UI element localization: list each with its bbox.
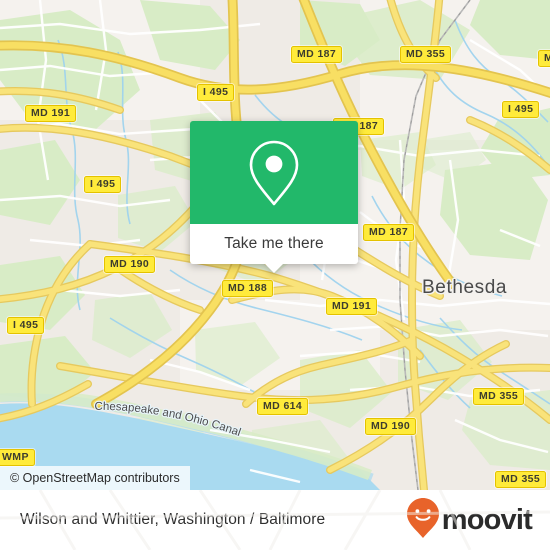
road-shield-i-495-southwest[interactable]: I 495 <box>7 317 45 334</box>
take-me-there-button[interactable]: Take me there <box>190 224 358 264</box>
popup-hero <box>190 121 358 224</box>
road-shield-md-355-south[interactable]: MD 355 <box>473 388 525 405</box>
road-shield-partial-right[interactable]: M <box>538 50 550 67</box>
footer-bar: Wilson and Whittier, Washington / Baltim… <box>0 490 550 550</box>
road-shield-md-191-west[interactable]: MD 191 <box>25 105 77 122</box>
osm-attribution-text: © OpenStreetMap contributors <box>10 471 180 485</box>
moovit-pin-smile-icon <box>406 496 440 545</box>
road-shield-md-187-north[interactable]: MD 187 <box>291 46 343 63</box>
road-shield-md-190-west[interactable]: MD 190 <box>104 256 156 273</box>
road-shield-md-614[interactable]: MD 614 <box>257 398 309 415</box>
moovit-logo[interactable]: moovit <box>406 496 533 545</box>
road-shield-i-495-top[interactable]: I 495 <box>197 84 235 101</box>
road-shield-i-495-right[interactable]: I 495 <box>502 101 540 118</box>
road-shield-i-495-west[interactable]: I 495 <box>84 176 122 193</box>
moovit-wordmark: moovit <box>441 503 533 536</box>
map-pin-icon <box>245 137 303 209</box>
road-shield-md-191-mid[interactable]: MD 191 <box>326 298 378 315</box>
popup-tail <box>265 264 283 273</box>
road-shield-md-355-bottom[interactable]: MD 355 <box>495 471 547 488</box>
place-label-bethesda: Bethesda <box>422 277 508 298</box>
road-shield-md-190-south[interactable]: MD 190 <box>365 418 417 435</box>
destination-popup[interactable]: Take me there <box>190 121 358 273</box>
road-shield-md-355-north[interactable]: MD 355 <box>400 46 452 63</box>
road-shield-md-187-mid[interactable]: MD 187 <box>363 224 415 241</box>
take-me-there-label: Take me there <box>224 235 324 252</box>
map-screen: Chesapeake and Ohio Canal Bethesda MD 18… <box>0 0 550 550</box>
osm-attribution[interactable]: © OpenStreetMap contributors <box>0 466 190 490</box>
map-canvas[interactable]: Chesapeake and Ohio Canal Bethesda MD 18… <box>0 0 550 490</box>
road-shield-md-188[interactable]: MD 188 <box>222 280 274 297</box>
road-shield-gwmp[interactable]: WMP <box>0 449 35 466</box>
page-title: Wilson and Whittier, Washington / Baltim… <box>20 511 326 528</box>
